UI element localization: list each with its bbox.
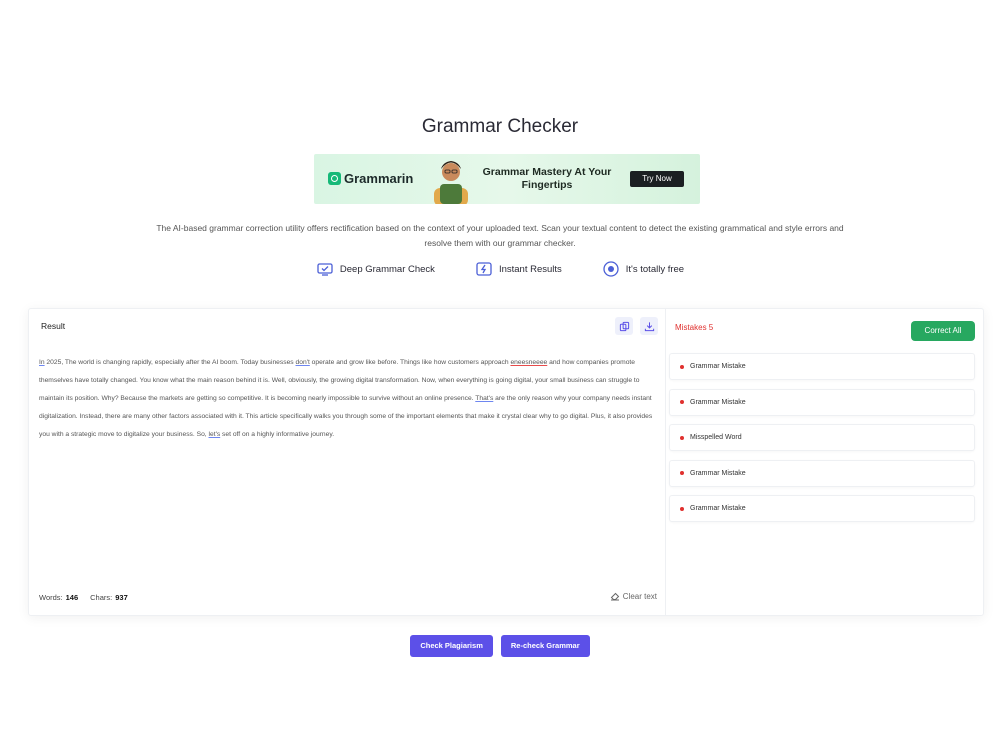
mistake-list: Grammar Mistake Grammar Mistake Misspell… xyxy=(669,353,975,531)
download-button[interactable] xyxy=(640,317,658,335)
error-dot-icon xyxy=(680,471,684,475)
bottom-actions: Check Plagiarism Re-check Grammar xyxy=(0,635,1000,657)
feature-list: Deep Grammar Check Instant Results It's … xyxy=(0,260,1000,278)
error-dot-icon xyxy=(680,506,684,511)
text-segment: 2025, The world is changing rapidly, esp… xyxy=(44,359,296,366)
feature-free: It's totally free xyxy=(602,260,684,278)
intro-text: The AI-based grammar correction utility … xyxy=(156,223,844,248)
chars-label: Chars: xyxy=(90,593,113,602)
flagged-word[interactable]: don't xyxy=(296,359,310,366)
mistake-item[interactable]: Grammar Mistake xyxy=(669,388,975,416)
checker-card: Result In 2025, The world is changing ra… xyxy=(28,308,984,616)
error-dot-icon xyxy=(680,364,684,369)
grammarin-logo-icon xyxy=(328,172,341,185)
download-icon xyxy=(644,321,654,331)
mistake-item[interactable]: Grammar Mistake xyxy=(669,495,975,522)
person-illustration-icon xyxy=(434,161,468,204)
mistake-item[interactable]: Grammar Mistake xyxy=(669,459,975,487)
copy-button[interactable] xyxy=(615,317,633,335)
feature-deep-grammar: Deep Grammar Check xyxy=(316,260,435,278)
clear-text-label: Clear text xyxy=(622,591,657,601)
feature-label: Instant Results xyxy=(498,263,562,275)
clear-text-button[interactable]: Clear text xyxy=(610,591,657,601)
banner-headline: Grammar Mastery At Your Fingertips xyxy=(482,166,612,191)
recheck-grammar-button[interactable]: Re-check Grammar xyxy=(500,635,590,657)
copy-icon xyxy=(619,321,629,331)
char-count: 937 xyxy=(115,593,128,602)
mistakes-count: Mistakes 5 xyxy=(675,323,714,332)
mistake-label: Grammar Mistake xyxy=(690,363,746,370)
mistake-label: Misspelled Word xyxy=(690,434,742,441)
result-text[interactable]: In 2025, The world is changing rapidly, … xyxy=(39,354,659,444)
flagged-word[interactable]: eneesneeee xyxy=(510,359,547,366)
mistake-label: Grammar Mistake xyxy=(690,469,746,477)
flagged-word[interactable]: let's xyxy=(209,431,221,438)
banner-brand: Grammarin xyxy=(328,171,413,186)
try-now-button[interactable]: Try Now xyxy=(630,171,684,187)
flagged-word[interactable]: That's xyxy=(475,395,493,402)
result-footer: Words: 146 Chars: 937 Clear text xyxy=(39,591,659,603)
error-dot-icon xyxy=(680,400,684,404)
word-count: 146 xyxy=(65,593,79,602)
feature-label: Deep Grammar Check xyxy=(339,263,435,275)
mistake-label: Grammar Mistake xyxy=(690,398,746,406)
mistake-item[interactable]: Misspelled Word xyxy=(669,424,975,451)
text-segment: set off on a highly informative journey. xyxy=(220,431,335,438)
words-label: Words: xyxy=(39,593,63,602)
error-dot-icon xyxy=(680,435,684,440)
page-title: Grammar Checker xyxy=(421,116,579,137)
feature-instant-results: Instant Results xyxy=(475,260,562,278)
correct-all-button[interactable]: Correct All xyxy=(911,321,975,341)
eraser-icon xyxy=(610,592,619,601)
circle-dot-icon xyxy=(603,261,619,277)
lightning-icon xyxy=(476,262,492,276)
result-pane: Result In 2025, The world is changing ra… xyxy=(29,309,666,615)
banner-brand-name: Grammarin xyxy=(344,171,414,186)
text-segment: operate and grow like before. Things lik… xyxy=(309,359,511,366)
check-plagiarism-button[interactable]: Check Plagiarism xyxy=(410,635,493,657)
mistake-label: Grammar Mistake xyxy=(690,505,746,512)
monitor-check-icon xyxy=(317,263,333,276)
mistake-item[interactable]: Grammar Mistake xyxy=(669,353,975,380)
result-title: Result xyxy=(41,321,66,331)
promo-banner[interactable]: Grammarin Grammar Mastery At Your Finger… xyxy=(314,154,700,204)
feature-label: It's totally free xyxy=(625,263,685,275)
